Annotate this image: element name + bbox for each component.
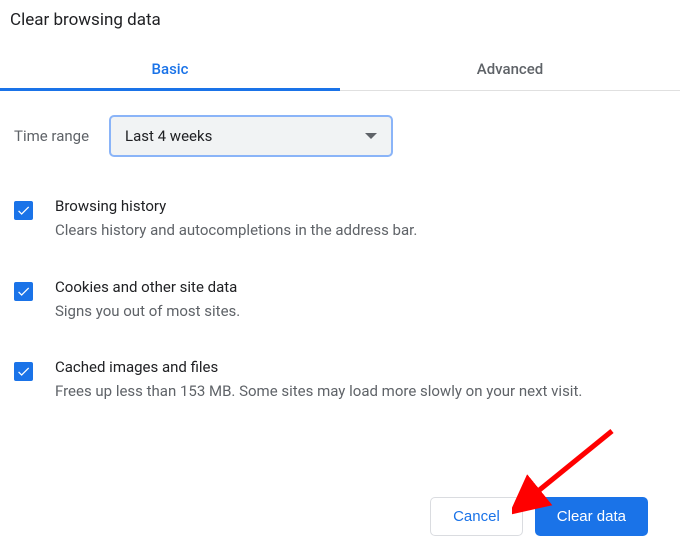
check-icon — [16, 284, 31, 299]
checkbox-cache[interactable] — [14, 362, 33, 381]
checkbox-cookies[interactable] — [14, 282, 33, 301]
option-title: Cookies and other site data — [55, 278, 670, 296]
button-row: Cancel Clear data — [430, 497, 648, 536]
tab-basic[interactable]: Basic — [0, 48, 340, 90]
option-texts: Cookies and other site data Signs you ou… — [55, 278, 670, 323]
option-title: Browsing history — [55, 197, 670, 215]
option-cookies: Cookies and other site data Signs you ou… — [14, 278, 670, 323]
chevron-down-icon — [365, 133, 377, 139]
option-description: Clears history and autocompletions in th… — [55, 219, 670, 242]
option-browsing-history: Browsing history Clears history and auto… — [14, 197, 670, 242]
time-range-label: Time range — [14, 127, 89, 145]
check-icon — [16, 364, 31, 379]
option-title: Cached images and files — [55, 358, 670, 376]
option-description: Frees up less than 153 MB. Some sites ma… — [55, 380, 670, 403]
option-texts: Cached images and files Frees up less th… — [55, 358, 670, 403]
cancel-button[interactable]: Cancel — [430, 497, 523, 536]
dialog-title: Clear browsing data — [0, 0, 680, 48]
option-cache: Cached images and files Frees up less th… — [14, 358, 670, 403]
clear-data-button[interactable]: Clear data — [535, 497, 648, 536]
checkbox-browsing-history[interactable] — [14, 201, 33, 220]
time-range-row: Time range Last 4 weeks — [14, 115, 670, 157]
check-icon — [16, 203, 31, 218]
tabs-container: Basic Advanced — [0, 48, 680, 91]
option-description: Signs you out of most sites. — [55, 300, 670, 323]
option-texts: Browsing history Clears history and auto… — [55, 197, 670, 242]
time-range-dropdown[interactable]: Last 4 weeks — [109, 115, 393, 157]
dialog-content: Time range Last 4 weeks Browsing history… — [0, 91, 680, 403]
time-range-selected: Last 4 weeks — [125, 127, 212, 145]
tab-advanced[interactable]: Advanced — [340, 48, 680, 90]
